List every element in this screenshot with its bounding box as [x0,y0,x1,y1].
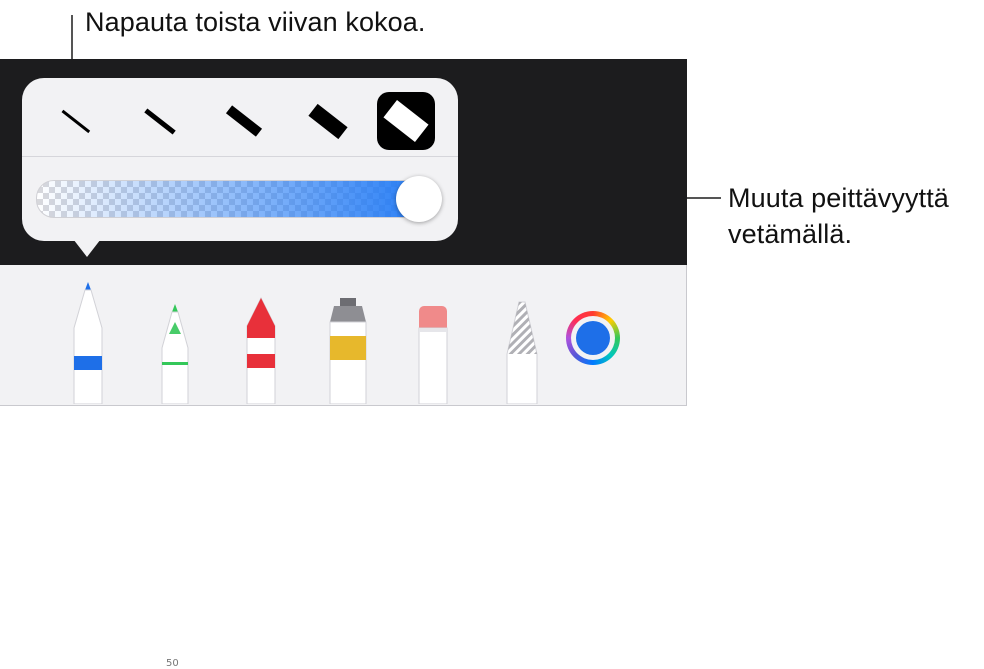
pen-tool[interactable] [72,278,104,404]
line-size-icon [61,109,91,133]
line-size-icon [383,100,429,142]
line-size-icon [144,107,176,135]
opacity-callout-line1: Muuta peittävyyttä [728,183,949,213]
line-size-option-4[interactable] [299,97,357,145]
line-size-option-2[interactable] [131,97,189,145]
popover-divider [22,156,458,157]
color-picker-button[interactable] [566,311,620,365]
lasso-tool[interactable] [505,298,539,404]
line-size-icon [225,105,263,137]
line-options-popover [22,78,458,241]
crayon-tool[interactable] [245,296,277,404]
drawing-toolbar: 50 [0,265,687,669]
opacity-slider-thumb[interactable] [396,176,442,222]
opacity-callout-line2: vetämällä. [728,219,853,249]
eraser-tool[interactable] [417,304,449,404]
opacity-slider-track[interactable] [36,180,442,218]
line-size-option-3[interactable] [215,97,273,145]
line-size-callout: Napauta toista viivan kokoa. [85,7,426,37]
paint-tool[interactable] [326,296,370,404]
pencil-tool[interactable] [160,300,190,404]
color-wheel-ring [571,316,615,360]
opacity-slider-fill [37,181,441,217]
line-size-icon [308,103,348,139]
opacity-callout: Muuta peittävyyttä vetämällä. [728,180,949,252]
line-size-option-1[interactable] [47,97,105,145]
current-color-swatch [576,321,610,355]
pencil-width-label: 50 [166,658,179,669]
line-size-option-5-selected[interactable] [377,92,435,150]
